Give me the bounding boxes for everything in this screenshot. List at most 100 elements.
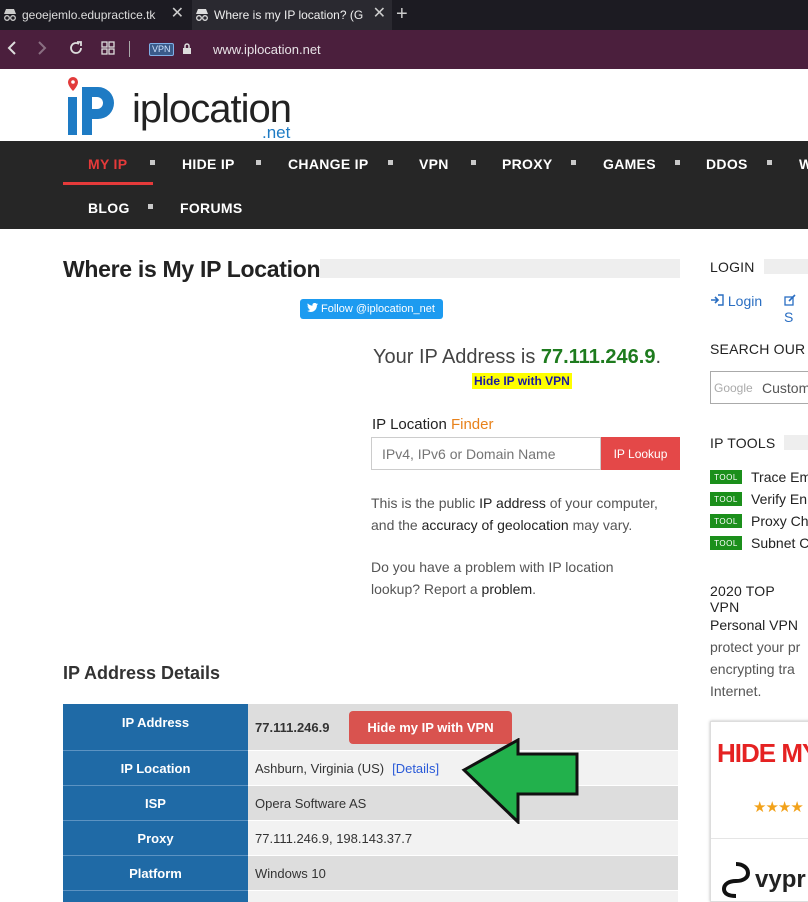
nav-blog[interactable]: BLOG [88, 200, 130, 216]
details-link[interactable]: [Details] [392, 761, 439, 776]
tool-item[interactable]: TOOL Subnet C [710, 535, 808, 551]
logo-tld: .net [262, 123, 291, 142]
vpn-text-line: protect your pr [710, 639, 801, 655]
new-tab-icon[interactable]: + [396, 3, 408, 25]
vpn-badge[interactable]: VPN [149, 43, 174, 56]
hide-ip-with-vpn-link[interactable]: Hide IP with VPN [472, 373, 572, 389]
tool-badge: TOOL [710, 470, 742, 484]
accuracy-link[interactable]: accuracy of geolocation [422, 517, 569, 533]
vpn-heading: 2020 TOP VPN [710, 583, 775, 615]
tool-name: Proxy Ch [751, 513, 808, 529]
row-value [248, 891, 678, 902]
nav-games[interactable]: GAMES [603, 156, 656, 172]
tool-badge: TOOL [710, 492, 742, 506]
rating-stars-icon: ★★★★ [753, 799, 804, 816]
row-key: IP Location [63, 751, 248, 786]
report-problem-link[interactable]: problem [482, 581, 533, 597]
login-link-label: Login [727, 293, 763, 309]
pointer-arrow-icon [461, 738, 579, 824]
google-logo: Google [714, 381, 753, 395]
nav-proxy[interactable]: PROXY [502, 156, 553, 172]
report-problem-note: Do you have a problem with IP location l… [371, 559, 614, 597]
incognito-icon [194, 8, 210, 22]
vypr-logo-icon [721, 862, 751, 898]
browser-tab-bar: geoejemlo.edupractice.tk ✕ Where is my I… [0, 0, 808, 30]
row-key: Platform [63, 856, 248, 891]
close-tab-icon[interactable]: ✕ [373, 6, 386, 22]
heading-rule [764, 259, 808, 274]
follow-label: Follow @iplocation_net [321, 303, 435, 315]
google-search-input[interactable]: Google Custom [710, 371, 808, 404]
twitter-bird-icon [307, 302, 318, 315]
table-row: ISP Opera Software AS [63, 786, 678, 821]
reload-icon[interactable] [68, 39, 84, 61]
nav-vpn[interactable]: VPN [419, 156, 449, 172]
table-row: Platform Windows 10 [63, 856, 678, 891]
nav-active-underline [63, 182, 153, 185]
forward-icon[interactable] [36, 39, 48, 61]
your-ip-heading: Your IP Address is 77.111.246.9. [373, 346, 661, 369]
tool-item[interactable]: TOOL Proxy Ch [710, 513, 808, 529]
twitter-follow-button[interactable]: Follow @iplocation_net [300, 299, 443, 319]
table-row [63, 891, 678, 902]
nav-more[interactable]: W [799, 156, 808, 172]
lock-icon[interactable] [182, 42, 192, 60]
login-icon [711, 294, 724, 306]
incognito-icon [2, 8, 18, 22]
ip-tools-heading: IP TOOLS [710, 435, 776, 451]
tool-item[interactable]: TOOL Trace Em [710, 469, 808, 485]
row-key: ISP [63, 786, 248, 821]
back-icon[interactable] [6, 39, 18, 61]
title-rule [320, 259, 680, 278]
your-ip-suffix: . [655, 346, 662, 368]
tool-badge: TOOL [710, 514, 742, 528]
nav-my-ip[interactable]: MY IP [88, 156, 127, 172]
nav-hide-ip[interactable]: HIDE IP [182, 156, 235, 172]
nav-forums[interactable]: FORUMS [180, 200, 242, 216]
your-ip-value[interactable]: 77.111.246.9 [541, 346, 656, 368]
nav-separator [571, 160, 576, 165]
ip-lookup-input[interactable] [371, 437, 601, 470]
signup-link-label: S [784, 309, 794, 325]
search-heading: SEARCH OUR [710, 341, 806, 357]
tool-name: Subnet C [751, 535, 808, 551]
speed-dial-icon[interactable] [101, 39, 115, 61]
row-key: Proxy [63, 821, 248, 856]
nav-separator [150, 160, 155, 165]
nav-separator [388, 160, 393, 165]
finder-label-text: IP Location [372, 416, 447, 433]
ip-lookup-button[interactable]: IP Lookup [601, 437, 680, 470]
row-key [63, 891, 248, 902]
nav-separator [256, 160, 261, 165]
tool-badge: TOOL [710, 536, 742, 550]
close-tab-icon[interactable]: ✕ [171, 6, 184, 22]
signup-link[interactable]: S [784, 293, 808, 325]
nav-change-ip[interactable]: CHANGE IP [288, 156, 369, 172]
table-row: Proxy 77.111.246.9, 198.143.37.7 [63, 821, 678, 856]
edit-icon [784, 294, 796, 306]
url-field[interactable]: www.iplocation.net [213, 42, 321, 57]
tab-title: geoejemlo.edupractice.tk [22, 8, 156, 22]
ip-address-link[interactable]: IP address [479, 495, 546, 511]
tool-name: Trace Em [751, 469, 808, 485]
ip-details-heading: IP Address Details [63, 663, 221, 683]
login-heading: LOGIN [710, 259, 755, 275]
your-ip-prefix: Your IP Address is [373, 346, 536, 368]
finder-accent-text: Finder [450, 416, 494, 433]
ad-title: HIDE MY [717, 738, 808, 768]
tool-name: Verify En [751, 491, 808, 507]
ip-finder-label: IP Location Finder [372, 416, 493, 433]
login-link[interactable]: Login [710, 293, 762, 309]
location-value: Ashburn, Virginia (US) [255, 760, 385, 776]
tab-title: Where is my IP location? (G [214, 8, 364, 22]
nav-ddos[interactable]: DDOS [706, 156, 748, 172]
row-key: IP Address [63, 704, 248, 751]
vpn-advert[interactable]: HIDE MY ★★★★ vypr [710, 721, 808, 902]
site-logo[interactable]: iplocation .net [66, 75, 306, 142]
browser-tab-active[interactable]: Where is my IP location? (G ✕ [192, 0, 392, 30]
tool-item[interactable]: TOOL Verify En [710, 491, 808, 507]
browser-tab[interactable]: geoejemlo.edupractice.tk ✕ [0, 0, 190, 30]
search-placeholder: Custom [762, 380, 808, 396]
divider [711, 838, 808, 839]
nav-separator [767, 160, 772, 165]
